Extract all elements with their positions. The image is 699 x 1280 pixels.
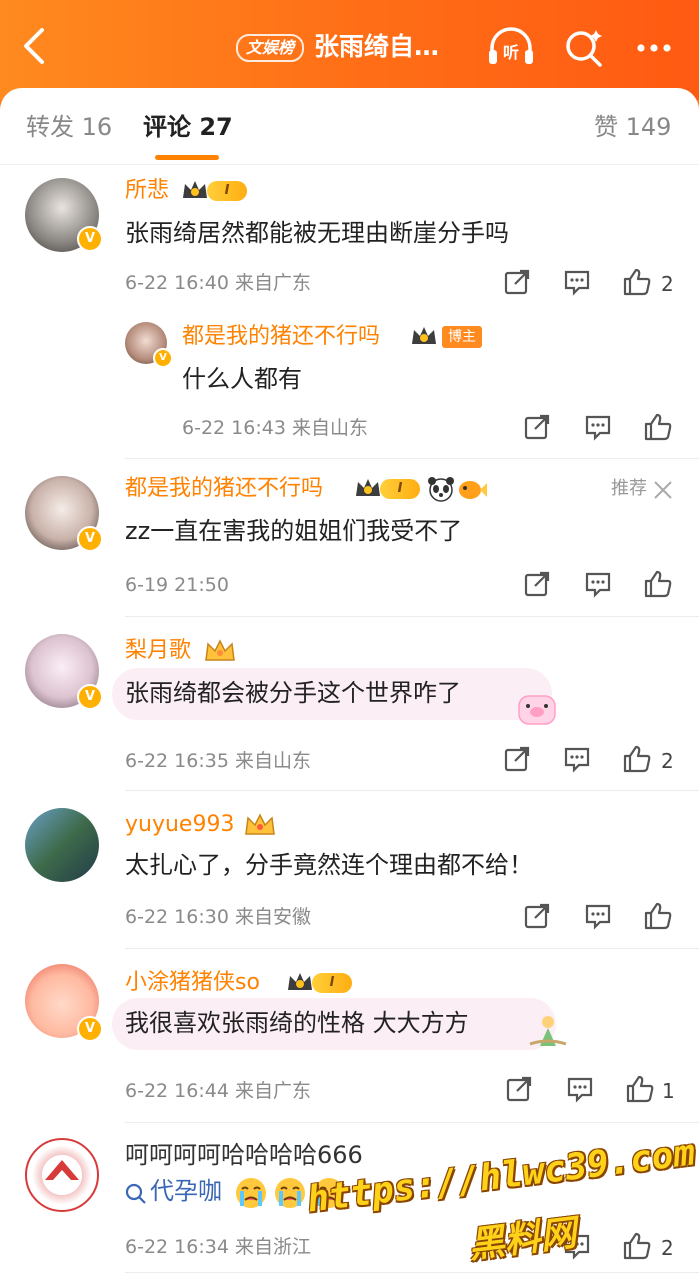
avatar[interactable] [25,808,99,882]
share-icon[interactable] [503,745,533,775]
comment-text: 张雨绮居然都能被无理由断崖分手吗 [125,219,509,247]
verified-badge-icon: V [153,348,173,368]
verified-badge-icon: V [77,526,103,552]
comment-meta: 6-22 16:30 来自安徽 [125,906,311,928]
like-icon[interactable] [622,267,652,297]
like-count: 2 [661,1236,674,1260]
comment-icon[interactable] [566,1075,596,1105]
close-icon[interactable] [651,478,675,502]
comments-panel: 转发 16 评论 27 赞 149 V 所悲 I 张雨绮居然都能被无理由断崖分手… [0,88,699,1280]
panda-icon [426,474,456,504]
pig-sticker-icon [516,688,558,728]
commenter-name[interactable]: 小涂猪猪侠so [125,968,260,998]
comment-text: zz一直在害我的姐姐们我受不了 [125,517,463,545]
tab-reposts[interactable]: 转发 16 [26,112,112,142]
listen-icon[interactable]: 听 [486,24,534,72]
tab-bar: 转发 16 评论 27 赞 149 [0,88,699,165]
svg-text:听: 听 [503,43,519,62]
search-link-icon [125,1182,149,1206]
comment-text: 我很喜欢张雨绮的性格 大大方方 [125,1009,469,1037]
verified-badge-icon: V [77,226,103,252]
comment-icon[interactable] [584,413,614,443]
tab-comments[interactable]: 评论 27 [143,112,233,142]
watermark-url: https://hlwc39.com [304,1132,698,1221]
vip-crown-icon: I [181,178,247,204]
more-icon[interactable] [632,24,680,72]
comment-meta: 6-22 16:34 来自浙江 [125,1236,311,1258]
like-count: 2 [661,272,674,296]
search-link[interactable]: 代孕咖 [150,1174,222,1208]
share-icon[interactable] [523,902,553,932]
active-tab-indicator [155,155,219,160]
like-icon[interactable] [625,1074,655,1104]
comment-text: 呵呵呵呵哈哈哈哈666 [125,1141,363,1169]
like-count: 2 [661,749,674,773]
fish-icon [456,474,487,504]
verified-badge-icon: V [77,684,103,710]
commenter-name[interactable]: 所悲 [125,176,169,206]
recommend-label: 推荐 [611,478,647,499]
prince-sticker-icon [526,1010,570,1050]
back-icon[interactable] [16,24,56,68]
comment-icon[interactable] [584,570,614,600]
share-icon[interactable] [505,1075,535,1105]
like-icon[interactable] [643,412,673,442]
comment-meta-display: 6-22 16:44 来自广东 [125,1080,311,1102]
like-icon[interactable] [643,569,673,599]
share-icon[interactable] [523,413,553,443]
category-tag[interactable]: 文娱榜 [236,34,305,62]
watermark-site: 黑料网 [466,1212,579,1267]
level-badge: I [380,479,420,499]
comment-icon[interactable] [563,745,593,775]
like-count: 1 [662,1079,675,1103]
vip-crown-icon [410,324,442,350]
crying-emoji-icon [234,1176,268,1210]
comment-text: 张雨绮都会被分手这个世界咋了 [125,679,461,707]
comment-text: 什么人都有 [182,365,302,393]
like-icon[interactable] [643,901,673,931]
like-icon[interactable] [622,1231,652,1261]
search-icon[interactable] [560,24,608,72]
page-title: 张雨绮自… [314,32,440,61]
comment-meta: 6-19 21:50 [125,574,229,596]
top-bar: 文娱榜 张雨绮自… 听 [0,0,699,100]
level-badge: I [312,973,352,993]
vip-crown-icon: I [286,970,352,996]
vip-crown-icon [244,812,276,838]
divider [125,1122,699,1123]
crying-emoji-icon [273,1176,307,1210]
divider [125,1272,699,1273]
commenter-name[interactable]: yuyue993 [125,810,234,840]
comment-text: 太扎心了，分手竟然连个理由都不给！ [125,851,533,879]
commenter-name[interactable]: 都是我的猪还不行吗 [182,322,380,352]
comment-icon[interactable] [584,902,614,932]
comment-meta-display: 6-22 16:35 来自山东 [125,750,311,772]
divider [125,790,699,791]
avatar[interactable] [25,1138,99,1212]
share-icon[interactable] [523,570,553,600]
author-badge: 博主 [442,326,482,348]
comment-meta: 6-22 16:40 来自广东 [125,272,311,294]
comment-meta: 6-22 16:43 来自山东 [182,417,368,439]
divider [125,948,699,949]
like-icon[interactable] [622,744,652,774]
vip-crown-icon: I [354,476,420,502]
verified-badge-icon: V [77,1016,103,1042]
level-badge: I [207,181,247,201]
commenter-name[interactable]: 都是我的猪还不行吗 [125,474,323,504]
vip-crown-icon [204,638,236,664]
tab-likes[interactable]: 赞 149 [594,112,671,142]
commenter-name[interactable]: 梨月歌 [125,636,191,666]
divider [125,616,699,617]
share-icon[interactable] [503,268,533,298]
comment-icon[interactable] [563,268,593,298]
divider [125,458,699,459]
